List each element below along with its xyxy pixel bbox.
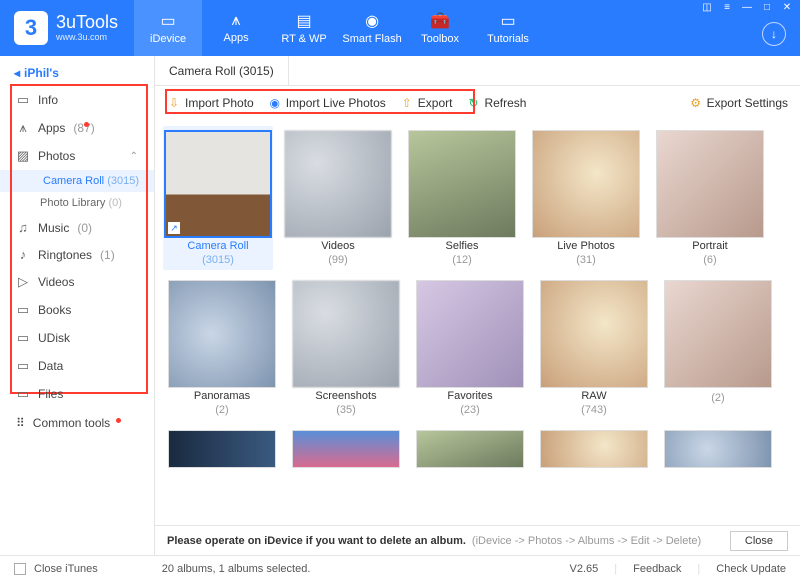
footer: Close iTunes 20 albums, 1 albums selecte… [0,555,800,581]
sidebar-files[interactable]: ▭Files [0,380,154,408]
nav-idevice[interactable]: ▭iDevice [134,0,202,56]
close-itunes-label: Close iTunes [34,563,98,575]
device-name[interactable]: ◂ iPhil's [0,62,154,86]
album-gallery: ↗ Camera Roll(3015) Videos(99) Selfies(1… [155,120,800,525]
toolbox-icon: 🧰 [430,11,450,31]
album-camera-roll[interactable]: ↗ Camera Roll(3015) [163,126,273,270]
import-live-photos-button[interactable]: ◉Import Live Photos [268,96,386,110]
gear-icon: ⚙ [689,96,703,110]
folder-icon: ▭ [16,386,30,402]
sidebar: ◂ iPhil's ▭Info ⩚Apps (87) ▨Photos⌃ Came… [0,56,155,555]
close-itunes-checkbox[interactable] [14,563,26,575]
window-controls: ◫ ≡ — □ ✕ [700,2,794,13]
sidebar-camera-roll[interactable]: Camera Roll (3015) [0,170,154,192]
export-icon: ⇧ [400,96,414,110]
status-text: 20 albums, 1 albums selected. [162,563,311,575]
import-photo-button[interactable]: ⇩Import Photo [167,96,254,110]
info-icon: ▭ [16,92,30,108]
album-item[interactable] [663,430,773,468]
tab-camera-roll[interactable]: Camera Roll (3015) [155,56,289,85]
toolbar: ⇩Import Photo ◉Import Live Photos ⇧Expor… [155,86,800,120]
album-raw[interactable]: RAW(743) [539,280,649,416]
live-photo-icon: ◉ [268,96,282,110]
brand-url: www.3u.com [56,33,118,43]
book-icon: ▭ [500,11,515,31]
refresh-icon: ↻ [466,96,480,110]
win-menu-icon[interactable]: ≡ [720,2,734,13]
album-item[interactable] [539,430,649,468]
album-portrait[interactable]: Portrait(6) [655,130,765,266]
sidebar-photo-library[interactable]: Photo Library (0) [0,192,154,214]
disk-icon: ▭ [16,330,30,346]
nav-toolbox[interactable]: 🧰Toolbox [406,0,474,56]
sidebar-apps[interactable]: ⩚Apps (87) [0,114,154,142]
version-label: V2.65 [570,563,599,575]
logo-icon: 3 [14,11,48,45]
win-close-icon[interactable]: ✕ [780,2,794,13]
refresh-button[interactable]: ↻Refresh [466,96,526,110]
download-button[interactable]: ↓ [762,22,786,46]
book-icon: ▭ [16,302,30,318]
sidebar-common-tools[interactable]: ⠿Common tools [0,408,154,438]
nav-rtwp[interactable]: ▤RT & WP [270,0,338,56]
sidebar-books[interactable]: ▭Books [0,296,154,324]
sidebar-udisk[interactable]: ▭UDisk [0,324,154,352]
shortcut-icon: ↗ [168,222,180,234]
album-row: ↗ Camera Roll(3015) Videos(99) Selfies(1… [167,130,788,266]
export-button[interactable]: ⇧Export [400,96,453,110]
bell-icon: ♪ [16,247,30,262]
win-lock-icon[interactable]: ◫ [700,2,714,13]
main-area: Camera Roll (3015) ⇩Import Photo ◉Import… [155,56,800,555]
win-minimize-icon[interactable]: — [740,2,754,13]
album-videos[interactable]: Videos(99) [283,130,393,266]
album-item[interactable] [415,430,525,468]
sidebar-data[interactable]: ▭Data [0,352,154,380]
tab-bar: Camera Roll (3015) [155,56,800,86]
close-button[interactable]: Close [730,531,788,551]
apps-icon: ⩚ [232,12,241,30]
album-live-photos[interactable]: Live Photos(31) [531,130,641,266]
chevron-up-icon: ⌃ [130,151,138,162]
brand-name: 3uTools [56,13,118,33]
sidebar-videos[interactable]: ▷Videos [0,268,154,296]
reddot-icon [84,122,89,127]
album-item[interactable] [167,430,277,468]
nav-smartflash[interactable]: ◉Smart Flash [338,0,406,56]
app-header: 3 3uTools www.3u.com ▭iDevice ⩚Apps ▤RT … [0,0,800,56]
file-icon: ▭ [16,358,30,374]
photos-icon: ▨ [16,148,30,164]
album-panoramas[interactable]: Panoramas(2) [167,280,277,416]
hint-text: Please operate on iDevice if you want to… [167,535,466,547]
export-settings-button[interactable]: ⚙Export Settings [689,96,788,110]
album-row [167,430,788,468]
video-icon: ▷ [16,274,30,290]
apps-icon: ⩚ [16,120,30,136]
album-unknown[interactable]: (2) [663,280,773,416]
feedback-link[interactable]: Feedback [633,563,681,575]
album-screenshots[interactable]: Screenshots(35) [291,280,401,416]
grid-icon: ⠿ [16,416,25,430]
import-photo-icon: ⇩ [167,96,181,110]
album-item[interactable] [291,430,401,468]
sidebar-ringtones[interactable]: ♪Ringtones (1) [0,241,154,268]
win-maximize-icon[interactable]: □ [760,2,774,13]
hint-path: (iDevice -> Photos -> Albums -> Edit -> … [472,535,701,547]
phone-icon: ▭ [160,11,175,31]
folder-icon: ▤ [296,11,311,31]
album-favorites[interactable]: Favorites(23) [415,280,525,416]
nav-tutorials[interactable]: ▭Tutorials [474,0,542,56]
top-nav: ▭iDevice ⩚Apps ▤RT & WP ◉Smart Flash 🧰To… [134,0,542,56]
hint-bar: Please operate on iDevice if you want to… [155,525,800,555]
album-selfies[interactable]: Selfies(12) [407,130,517,266]
sidebar-photos[interactable]: ▨Photos⌃ [0,142,154,170]
sidebar-music[interactable]: ♫Music (0) [0,214,154,241]
music-icon: ♫ [16,220,30,235]
nav-apps[interactable]: ⩚Apps [202,0,270,56]
check-update-link[interactable]: Check Update [716,563,786,575]
reddot-icon [116,418,121,423]
album-row: Panoramas(2) Screenshots(35) Favorites(2… [167,280,788,416]
sidebar-info[interactable]: ▭Info [0,86,154,114]
logo-area: 3 3uTools www.3u.com [0,0,132,56]
camera-icon: ◉ [365,11,379,31]
